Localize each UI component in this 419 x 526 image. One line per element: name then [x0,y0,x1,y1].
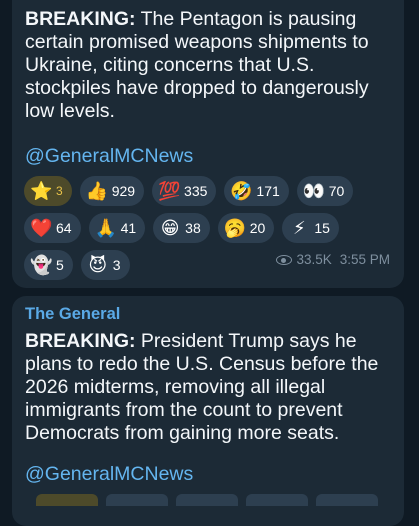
message-bubble[interactable]: The General BREAKING: President Trump sa… [12,296,404,526]
reaction-count: 38 [185,220,201,236]
reaction-count: 929 [111,183,136,199]
reactions-row: ❤️ 64 🙏 41 😁 38 🥱 20 ⚡ 15 [24,213,404,243]
reaction-count: 5 [56,257,64,273]
reaction-pill[interactable] [36,494,98,506]
rofl-icon: 🤣 [230,180,253,201]
reaction-pill[interactable]: 👻 5 [24,250,73,280]
reaction-count: 70 [328,183,345,199]
reactions-row: ⭐ 3 👍 929 💯 335 🤣 171 👀 70 [24,176,404,206]
yawn-icon: 🥱 [223,217,247,238]
channel-link[interactable]: @GeneralMCNews [25,463,193,486]
lightning-icon: ⚡ [292,217,306,238]
heart-icon: ❤️ [30,217,53,238]
reactions-bar: ⭐ 3 👍 929 💯 335 🤣 171 👀 70 ❤️ 64 🙏 41 😁 38 🥱 20 ⚡ 15 👻 5 😈 3 [24,176,404,287]
grin-icon: 😁 [160,217,180,238]
sender-name[interactable]: The General [25,305,120,324]
reaction-pill[interactable]: 🤣 171 [224,176,289,206]
reaction-count: 15 [314,220,330,236]
reaction-pill[interactable] [106,494,168,506]
reaction-pill[interactable]: ⭐ 3 [24,176,72,206]
reaction-count: 20 [249,220,266,236]
reaction-count: 171 [256,183,280,199]
reactions-bar-partial [36,494,416,506]
star-icon: ⭐ [30,180,53,201]
hundred-icon: 💯 [158,180,181,201]
message-meta: 33.5K 3:55 PM [276,252,390,267]
eye-icon [276,254,293,265]
reaction-pill[interactable]: 🥱 20 [217,213,275,243]
reaction-pill[interactable] [246,494,308,506]
reaction-pill[interactable]: 💯 335 [152,176,217,206]
reaction-pill[interactable]: 👀 70 [296,176,354,206]
reaction-pill[interactable]: 👍 929 [79,176,145,206]
devil-icon: 😈 [88,254,108,275]
reaction-pill[interactable]: 😈 3 [80,250,130,280]
message-text: BREAKING: The Pentagon is pausing certai… [25,8,395,123]
channel-link[interactable]: @GeneralMCNews [25,145,193,168]
reaction-pill[interactable]: 😁 38 [153,213,210,243]
reaction-pill[interactable]: 🙏 41 [88,213,146,243]
reaction-count: 3 [112,257,121,273]
breaking-label: BREAKING: [25,330,136,352]
message-bubble[interactable]: BREAKING: The Pentagon is pausing certai… [12,0,404,288]
reaction-pill[interactable] [176,494,238,506]
thumbs-up-icon: 👍 [85,180,109,201]
reaction-pill[interactable] [316,494,378,506]
reaction-count: 64 [56,220,72,236]
reaction-pill[interactable]: ⚡ 15 [282,213,339,243]
ghost-icon: 👻 [30,254,53,275]
pray-icon: 🙏 [94,217,117,238]
reaction-pill[interactable]: ❤️ 64 [24,213,81,243]
reaction-count: 3 [56,184,63,198]
message-text: BREAKING: President Trump says he plans … [25,330,395,445]
breaking-label: BREAKING: [25,8,136,30]
eyes-icon: 👀 [302,180,326,201]
message-time: 3:55 PM [339,252,390,267]
reaction-count: 41 [120,220,137,236]
view-count: 33.5K [296,252,332,267]
reaction-count: 335 [184,183,208,199]
